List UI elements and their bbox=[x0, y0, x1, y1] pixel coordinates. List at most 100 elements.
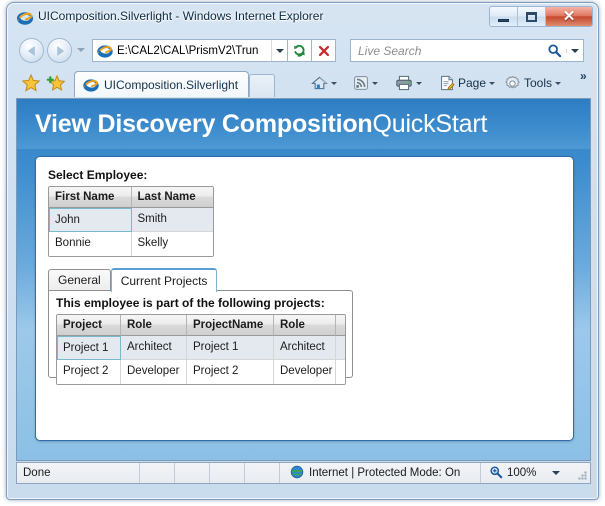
forward-arrow-icon bbox=[56, 45, 64, 56]
stop-button[interactable] bbox=[312, 39, 336, 62]
employee-data-grid[interactable]: First Name Last Name John Smith Bonnie S… bbox=[48, 186, 214, 257]
chevron-down-icon bbox=[555, 81, 562, 85]
browser-tab-uicomposition[interactable]: UIComposition.Silverlight bbox=[74, 71, 250, 97]
status-bar: Done Internet | Protected Mode: On 100% bbox=[16, 462, 591, 484]
cell-projectname[interactable]: Project 2 bbox=[187, 360, 274, 384]
address-input[interactable]: E:\CAL2\CAL\PrismV2\Trun bbox=[117, 45, 271, 57]
printer-icon bbox=[396, 75, 412, 91]
app-banner: View Discovery Composition QuickStart bbox=[17, 99, 590, 149]
chevron-down-icon bbox=[489, 81, 496, 85]
page-menu-label: Page bbox=[458, 76, 487, 90]
title-bar: UIComposition.Silverlight - Windows Inte… bbox=[7, 3, 598, 33]
status-slot bbox=[175, 463, 209, 483]
address-dropdown-button[interactable] bbox=[271, 40, 287, 61]
cell-first-name[interactable]: John bbox=[49, 208, 132, 232]
cell-projectname[interactable]: Project 1 bbox=[187, 336, 274, 360]
cell-last-name[interactable]: Smith bbox=[131, 208, 213, 232]
navigation-bar: E:\CAL2\CAL\PrismV2\Trun Live Search bbox=[7, 34, 598, 67]
table-row[interactable]: John Smith bbox=[49, 208, 213, 232]
feeds-button[interactable] bbox=[353, 73, 378, 93]
status-slot bbox=[210, 463, 244, 483]
address-bar[interactable]: E:\CAL2\CAL\PrismV2\Trun bbox=[92, 39, 288, 62]
close-icon: ✕ bbox=[562, 8, 576, 25]
cell-project[interactable]: Project 1 bbox=[57, 336, 121, 360]
search-input[interactable]: Live Search bbox=[358, 44, 542, 58]
new-tab-button[interactable] bbox=[249, 74, 275, 97]
chevron-down-icon bbox=[372, 81, 378, 85]
refresh-button[interactable] bbox=[288, 39, 312, 62]
browser-tab-label: UIComposition.Silverlight bbox=[104, 77, 239, 92]
page-viewport: View Discovery Composition QuickStart Se… bbox=[16, 98, 591, 461]
cell-project[interactable]: Project 2 bbox=[57, 360, 121, 384]
minimize-icon bbox=[498, 18, 509, 22]
page-subtitle: QuickStart bbox=[372, 109, 488, 138]
zoom-magnifier-icon bbox=[489, 465, 503, 482]
browser-window: UIComposition.Silverlight - Windows Inte… bbox=[6, 2, 599, 500]
rss-icon bbox=[354, 76, 368, 90]
column-header-first-name[interactable]: First Name bbox=[49, 187, 132, 208]
table-header-row: First Name Last Name bbox=[49, 187, 213, 208]
tools-menu-button[interactable]: Tools bbox=[504, 73, 562, 93]
tab-strip: General Current Projects bbox=[48, 267, 218, 292]
chevron-down-icon bbox=[275, 48, 284, 53]
close-button[interactable]: ✕ bbox=[546, 7, 592, 26]
column-header-projectname[interactable]: ProjectName bbox=[187, 315, 274, 336]
table-row[interactable]: Bonnie Skelly bbox=[49, 232, 213, 256]
cell-role[interactable]: Developer bbox=[121, 360, 187, 384]
gear-icon bbox=[505, 75, 520, 88]
cell-role-2[interactable]: Developer bbox=[274, 360, 336, 384]
projects-caption: This employee is part of the following p… bbox=[56, 296, 325, 310]
cell-last-name[interactable]: Skelly bbox=[131, 232, 213, 256]
tools-menu-label: Tools bbox=[524, 76, 553, 90]
content-panel: Select Employee: First Name Last Name Jo… bbox=[35, 156, 574, 441]
cell-first-name[interactable]: Bonnie bbox=[49, 232, 132, 256]
projects-data-grid[interactable]: Project Role ProjectName Role Project 1 … bbox=[56, 314, 346, 385]
column-header-role[interactable]: Role bbox=[121, 315, 187, 336]
history-dropdown-icon[interactable] bbox=[77, 48, 85, 52]
column-header-role-2[interactable]: Role bbox=[274, 315, 336, 336]
back-button[interactable] bbox=[19, 38, 44, 63]
cell-role[interactable]: Architect bbox=[121, 336, 187, 360]
toolbar-overflow-button[interactable]: » bbox=[580, 69, 587, 83]
chevron-down-icon bbox=[416, 81, 422, 85]
zoom-control[interactable]: 100% bbox=[480, 463, 590, 483]
window-controls: ✕ bbox=[489, 6, 593, 27]
maximize-button[interactable] bbox=[518, 7, 546, 26]
search-provider-dropdown[interactable] bbox=[566, 48, 583, 53]
security-zone-label: Internet | Protected Mode: On bbox=[309, 467, 461, 479]
column-header-project[interactable]: Project bbox=[57, 315, 121, 336]
search-icon[interactable] bbox=[542, 43, 566, 58]
tab-current-projects[interactable]: Current Projects bbox=[110, 268, 218, 292]
star-icon[interactable] bbox=[21, 73, 41, 93]
chevron-down-icon[interactable] bbox=[552, 471, 561, 475]
ie-logo-icon bbox=[97, 43, 113, 59]
forward-button[interactable] bbox=[47, 38, 72, 63]
status-text: Done bbox=[23, 467, 51, 479]
window-title: UIComposition.Silverlight - Windows Inte… bbox=[38, 9, 324, 23]
column-header-last-name[interactable]: Last Name bbox=[131, 187, 213, 208]
chevron-down-icon bbox=[571, 48, 579, 53]
maximize-icon bbox=[526, 11, 537, 22]
tab-panel-current-projects: This employee is part of the following p… bbox=[48, 290, 353, 385]
star-plus-icon[interactable] bbox=[46, 73, 66, 93]
security-zone-indicator[interactable]: Internet | Protected Mode: On bbox=[280, 465, 480, 482]
select-employee-label: Select Employee: bbox=[48, 168, 148, 182]
page-icon bbox=[441, 75, 455, 91]
search-box[interactable]: Live Search bbox=[350, 39, 584, 62]
minimize-button[interactable] bbox=[490, 7, 518, 26]
page-menu-button[interactable]: Page bbox=[439, 73, 496, 93]
tab-general[interactable]: General bbox=[48, 269, 111, 291]
cell-filler bbox=[336, 360, 345, 384]
cell-role-2[interactable]: Architect bbox=[274, 336, 336, 360]
resize-grip[interactable] bbox=[576, 469, 588, 481]
print-button[interactable] bbox=[395, 73, 422, 93]
back-arrow-icon bbox=[27, 45, 35, 56]
home-icon bbox=[311, 76, 328, 90]
table-row[interactable]: Project 2 Developer Project 2 Developer bbox=[57, 360, 345, 384]
home-button[interactable] bbox=[311, 73, 337, 93]
table-row[interactable]: Project 1 Architect Project 1 Architect bbox=[57, 336, 345, 360]
status-slot bbox=[140, 463, 174, 483]
zoom-level-label: 100% bbox=[507, 467, 537, 479]
refresh-icon bbox=[294, 44, 305, 57]
silverlight-app: View Discovery Composition QuickStart Se… bbox=[17, 99, 590, 460]
